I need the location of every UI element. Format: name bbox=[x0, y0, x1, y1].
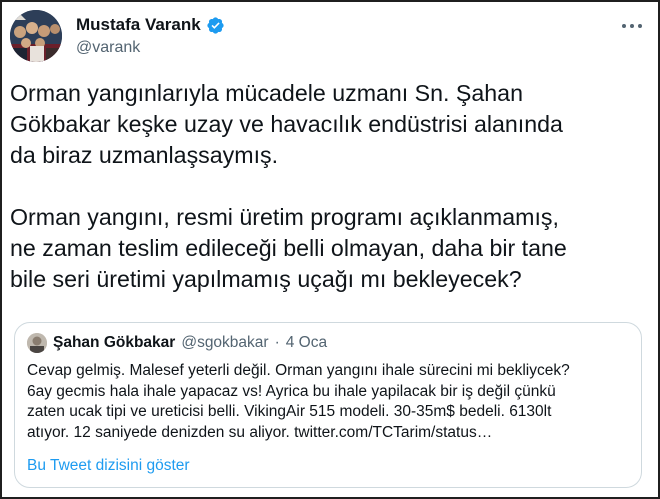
author-handle[interactable]: @varank bbox=[76, 37, 225, 59]
author-avatar[interactable] bbox=[10, 10, 62, 62]
author-info: Mustafa Varank @varank bbox=[76, 14, 225, 59]
quoted-author-name: Şahan Gökbakar bbox=[53, 334, 176, 351]
quoted-author-handle: @sgokbakar bbox=[181, 334, 269, 351]
quoted-tweet-date: 4 Oca bbox=[285, 334, 328, 351]
tweet-text: Orman yangınlarıyla mücadele uzmanı Sn. … bbox=[10, 80, 567, 292]
tweet-header: Mustafa Varank @varank bbox=[10, 10, 650, 64]
quoted-tweet-text: Cevap gelmiş. Malesef yeterli değil. Orm… bbox=[27, 362, 570, 441]
verified-badge-icon bbox=[206, 16, 225, 35]
separator-dot: · bbox=[274, 334, 280, 351]
tweet-card: Mustafa Varank @varank Orman yangınlarıy… bbox=[0, 0, 660, 499]
quoted-tweet[interactable]: Şahan Gökbakar @sgokbakar · 4 Oca Cevap … bbox=[14, 322, 642, 488]
more-options-icon[interactable] bbox=[618, 16, 646, 36]
show-thread-link[interactable]: Bu Tweet dizisini göster bbox=[27, 457, 190, 475]
quoted-author-avatar bbox=[27, 333, 47, 353]
author-name[interactable]: Mustafa Varank bbox=[76, 14, 201, 36]
quoted-tweet-header: Şahan Gökbakar @sgokbakar · 4 Oca bbox=[27, 333, 327, 353]
